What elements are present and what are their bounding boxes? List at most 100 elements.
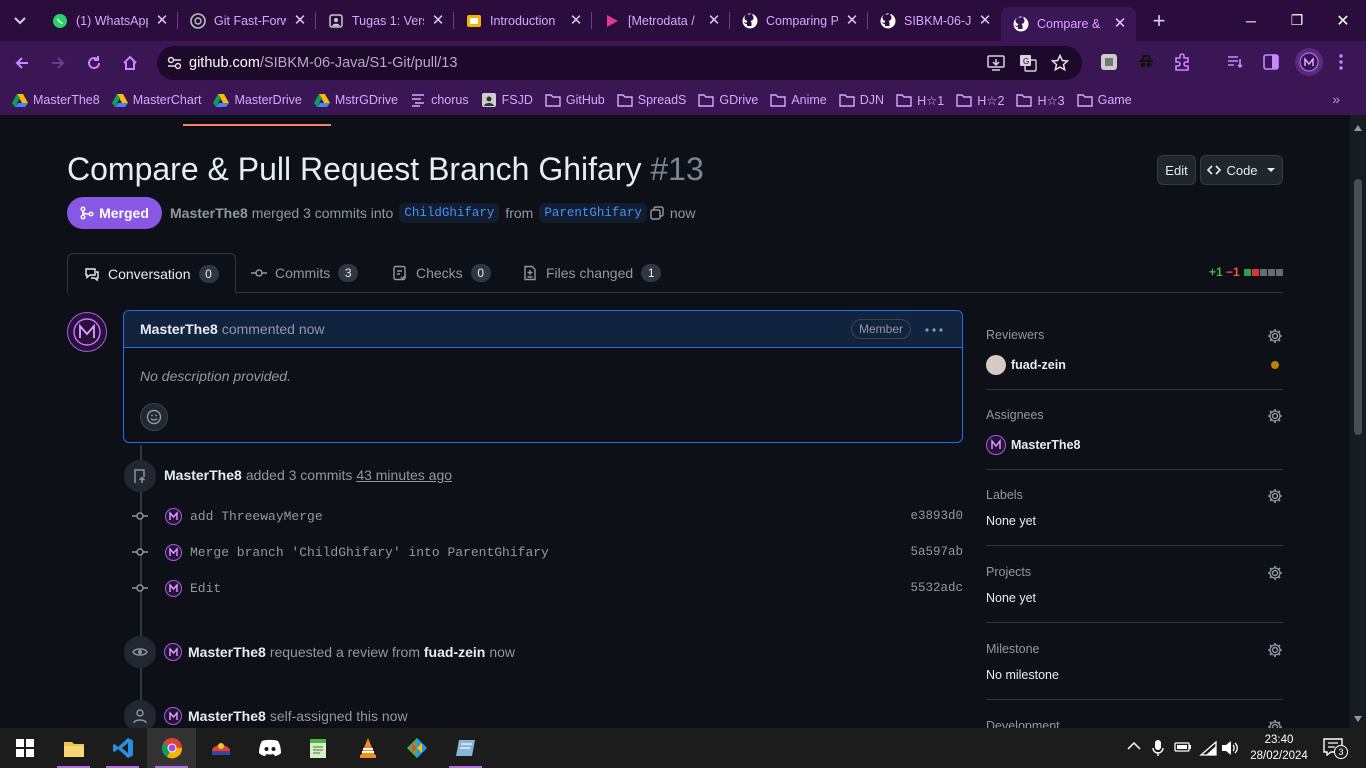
- back-button[interactable]: [4, 45, 40, 81]
- code-button[interactable]: Code: [1200, 155, 1283, 185]
- commit-sha[interactable]: e3893d0: [910, 509, 963, 523]
- side-panel-icon[interactable]: [1262, 53, 1280, 71]
- close-tab-icon[interactable]: ✕: [154, 12, 170, 29]
- bookmark-item[interactable]: MstrGDrive: [313, 92, 398, 108]
- event-author[interactable]: MasterThe8: [164, 467, 242, 483]
- close-tab-icon[interactable]: ✕: [706, 12, 722, 29]
- browser-tab[interactable]: (1) WhatsApp ✕: [40, 0, 178, 41]
- tab-conversation[interactable]: Conversation 0: [67, 253, 236, 294]
- reload-button[interactable]: [76, 45, 112, 81]
- avatar[interactable]: [165, 543, 182, 561]
- comment-author[interactable]: MasterThe8: [140, 321, 218, 337]
- taskbar-vscode[interactable]: [98, 728, 147, 768]
- notifications-button[interactable]: 3: [1323, 738, 1348, 759]
- tab-commits[interactable]: Commits 3: [251, 253, 359, 293]
- close-tab-icon[interactable]: ✕: [977, 12, 993, 29]
- home-button[interactable]: [112, 45, 148, 81]
- browser-tab[interactable]: Tugas 1: Vers ✕: [316, 0, 454, 41]
- head-branch[interactable]: ParentGhifary: [539, 203, 647, 223]
- bookmark-item[interactable]: Game: [1076, 92, 1132, 108]
- commit-sha[interactable]: 5532adc: [910, 581, 963, 595]
- add-reaction-button[interactable]: [140, 403, 168, 431]
- taskbar-chrome[interactable]: [147, 728, 196, 768]
- avatar[interactable]: [67, 312, 107, 352]
- new-tab-button[interactable]: +: [1144, 6, 1174, 36]
- close-tab-icon[interactable]: ✕: [430, 12, 446, 29]
- browser-tab[interactable]: Git Fast-Forw ✕: [178, 0, 316, 41]
- scrollbar-thumb[interactable]: [1354, 179, 1362, 435]
- profile-avatar[interactable]: [1295, 48, 1323, 76]
- event-time[interactable]: 43 minutes ago: [356, 467, 452, 483]
- gear-icon[interactable]: [1267, 565, 1283, 581]
- menu-icon[interactable]: [1332, 53, 1350, 71]
- close-tab-icon[interactable]: ✕: [844, 12, 860, 29]
- close-tab-icon[interactable]: ✕: [1112, 16, 1128, 32]
- extension-icon[interactable]: [1100, 53, 1118, 71]
- close-window-button[interactable]: ✕: [1320, 0, 1366, 41]
- minimize-button[interactable]: ─: [1228, 0, 1274, 41]
- base-branch[interactable]: ChildGhifary: [399, 203, 500, 223]
- install-app-icon[interactable]: [987, 55, 1005, 71]
- avatar[interactable]: [164, 643, 182, 661]
- bookmark-item[interactable]: MasterDrive: [213, 92, 302, 108]
- scroll-down-icon[interactable]: [1354, 716, 1362, 722]
- bookmark-item[interactable]: FSJD: [481, 92, 533, 108]
- extensions-puzzle-icon[interactable]: [1173, 53, 1191, 71]
- close-tab-icon[interactable]: ✕: [568, 12, 584, 29]
- bookmark-item[interactable]: GDrive: [698, 92, 758, 108]
- bookmark-item[interactable]: H☆1: [896, 92, 944, 108]
- forward-button[interactable]: [40, 45, 76, 81]
- gear-icon[interactable]: [1267, 488, 1283, 504]
- assignee-item[interactable]: MasterThe8: [986, 435, 1080, 455]
- tab-checks[interactable]: Checks 0: [392, 253, 491, 293]
- copy-icon[interactable]: [650, 206, 664, 220]
- close-tab-icon[interactable]: ✕: [292, 12, 308, 29]
- taskbar-notepad[interactable]: [294, 728, 343, 768]
- taskbar-sticky[interactable]: [441, 728, 490, 768]
- browser-tab[interactable]: Comparing P ✕: [730, 0, 868, 41]
- show-hidden-icons-icon[interactable]: [1127, 741, 1141, 751]
- tab-files-changed[interactable]: Files changed 1: [522, 253, 662, 293]
- site-info-icon[interactable]: [167, 56, 181, 70]
- bookmark-item[interactable]: H☆2: [956, 92, 1004, 108]
- edit-button[interactable]: Edit: [1157, 155, 1196, 185]
- reading-list-icon[interactable]: [1226, 53, 1244, 71]
- taskbar-git[interactable]: [392, 728, 441, 768]
- bookmark-item[interactable]: SpreadS: [617, 92, 686, 108]
- bookmark-item[interactable]: GitHub: [545, 92, 605, 108]
- event-author[interactable]: MasterThe8: [188, 708, 266, 724]
- avatar[interactable]: [164, 707, 182, 725]
- bookmark-item[interactable]: H☆3: [1016, 92, 1065, 108]
- tab-search-button[interactable]: [0, 0, 40, 41]
- reviewer-item[interactable]: fuad-zein: [986, 355, 1066, 375]
- pr-author-link[interactable]: MasterThe8: [170, 205, 248, 221]
- restore-button[interactable]: ❐: [1274, 0, 1320, 41]
- bookmark-item[interactable]: MasterChart: [111, 92, 201, 108]
- bookmark-star-icon[interactable]: [1051, 54, 1069, 72]
- gear-icon[interactable]: [1267, 328, 1283, 344]
- taskbar-vlc[interactable]: [343, 728, 392, 768]
- commit-sha[interactable]: 5a597ab: [910, 545, 963, 559]
- volume-icon[interactable]: [1221, 740, 1239, 756]
- gear-icon[interactable]: [1267, 408, 1283, 424]
- reviewer-link[interactable]: fuad-zein: [424, 644, 485, 660]
- commit-message[interactable]: add ThreewayMerge: [190, 509, 323, 524]
- spy-extension-icon[interactable]: [1137, 53, 1155, 71]
- microphone-icon[interactable]: [1152, 739, 1164, 757]
- event-author[interactable]: MasterThe8: [188, 644, 266, 660]
- bookmark-item[interactable]: DJN: [839, 92, 884, 108]
- bookmark-item[interactable]: MasterThe8: [12, 92, 100, 108]
- system-clock[interactable]: 23:40 28/02/2024: [1247, 732, 1311, 764]
- bookmark-item[interactable]: chorus: [410, 92, 469, 108]
- start-button[interactable]: [0, 728, 49, 768]
- gear-icon[interactable]: [1267, 719, 1283, 728]
- browser-tab[interactable]: [Metrodata / ✕: [592, 0, 730, 41]
- comment-options-button[interactable]: [924, 322, 944, 338]
- taskbar-discord[interactable]: [245, 728, 294, 768]
- page-scrollbar[interactable]: [1350, 115, 1366, 728]
- browser-tab[interactable]: SIBKM-06-Ja ✕: [868, 0, 1001, 41]
- scroll-up-icon[interactable]: [1354, 125, 1362, 131]
- address-bar[interactable]: github.com/SIBKM-06-Java/S1-Git/pull/13 …: [157, 46, 1082, 80]
- avatar[interactable]: [165, 579, 182, 597]
- commit-message[interactable]: Merge branch 'ChildGhifary' into ParentG…: [190, 545, 549, 560]
